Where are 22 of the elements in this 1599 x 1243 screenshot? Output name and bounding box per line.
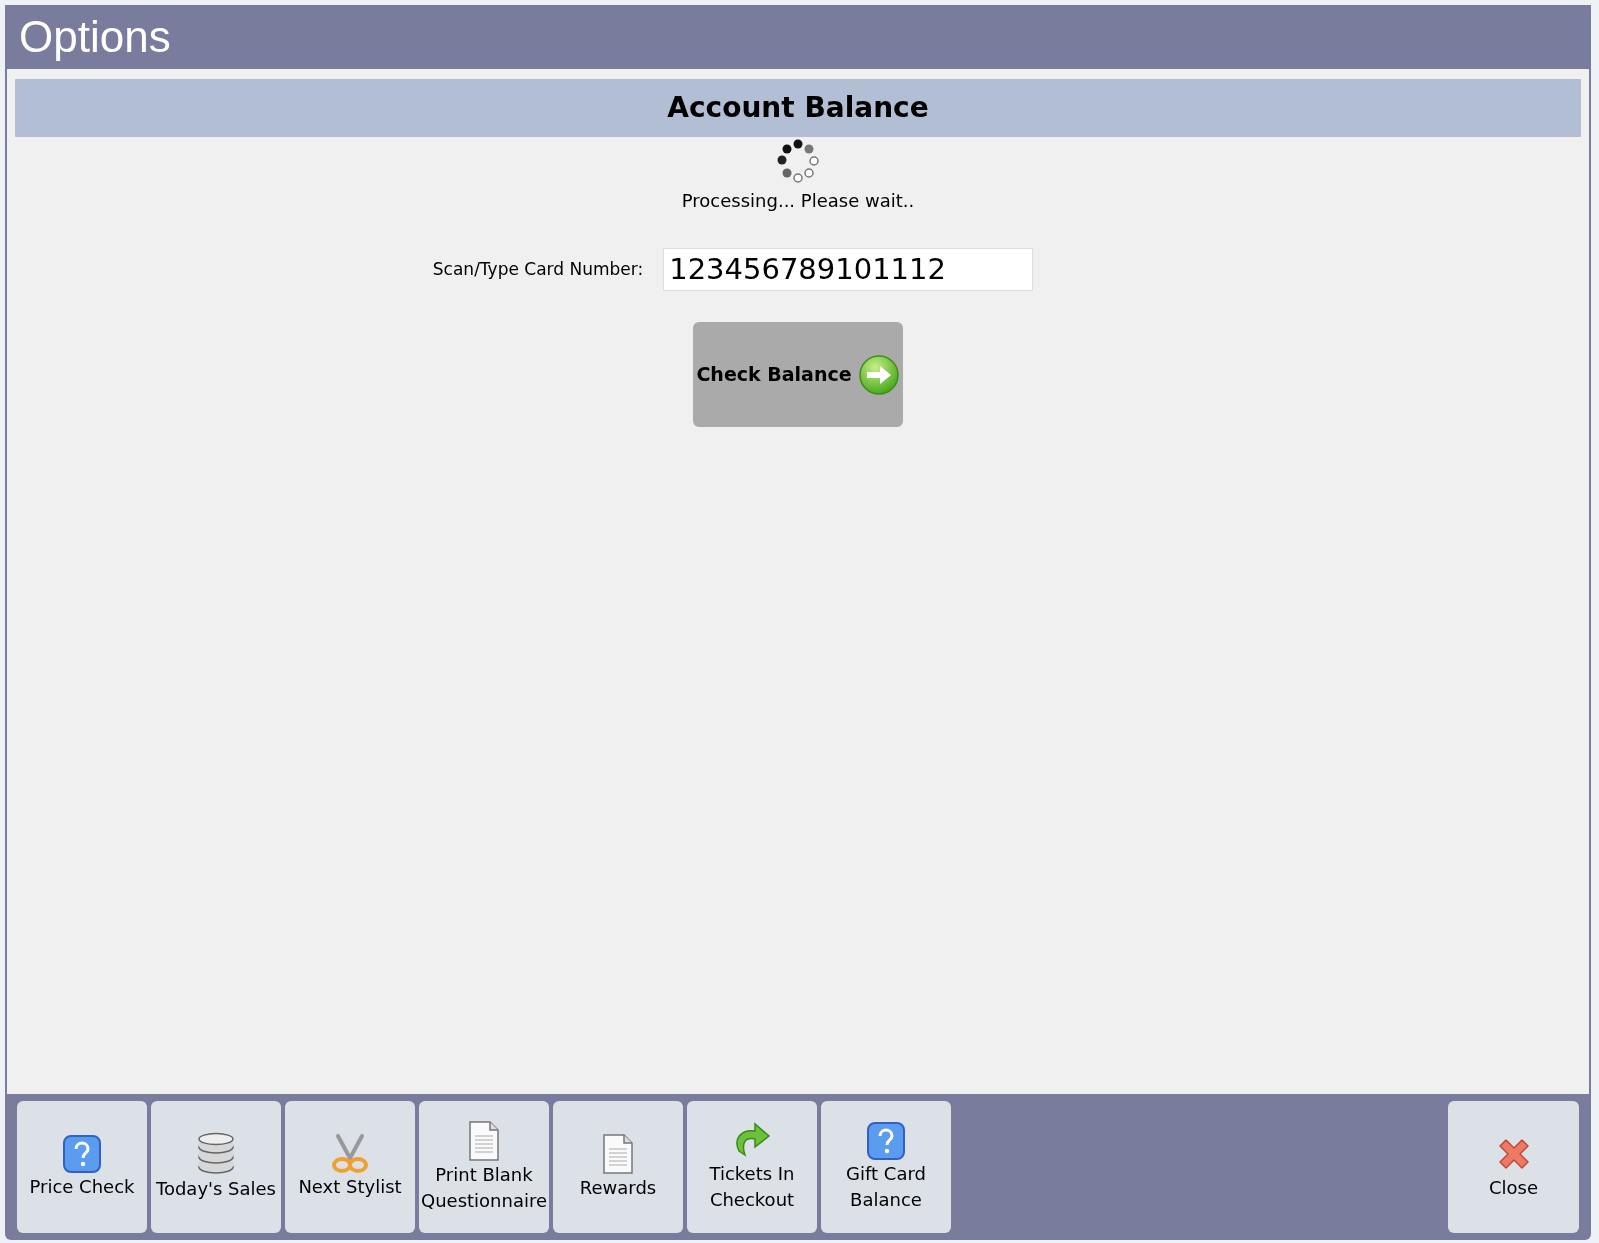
scissors-icon: [330, 1134, 370, 1174]
check-balance-button[interactable]: Check Balance: [693, 322, 903, 427]
toolbar-button[interactable]: Print Blank Questionnaire: [419, 1101, 549, 1233]
toolbar-button[interactable]: Rewards: [553, 1101, 683, 1233]
toolbar-button[interactable]: Price Check: [17, 1101, 147, 1233]
toolbar-button[interactable]: Tickets In Checkout: [687, 1101, 817, 1233]
toolbar-button[interactable]: Gift Card Balance: [821, 1101, 951, 1233]
help-icon: [866, 1121, 906, 1161]
card-number-field[interactable]: 123456789101112: [663, 248, 1034, 291]
status-message: Processing... Please wait..: [681, 189, 915, 213]
toolbar-button[interactable]: Next Stylist: [285, 1101, 415, 1233]
toolbar-button[interactable]: Today's Sales: [151, 1101, 281, 1233]
field-label: Scan/Type Card Number:: [432, 257, 644, 281]
help-icon: [62, 1134, 102, 1174]
arrow-right-icon: [857, 353, 900, 396]
document-icon: [602, 1133, 634, 1175]
close-button[interactable]: Close: [1448, 1101, 1579, 1233]
panel-heading: Account Balance: [667, 90, 929, 126]
window-title: Options: [19, 15, 171, 59]
loading-spinner-icon: [775, 139, 821, 185]
document-icon: [468, 1120, 500, 1162]
database-icon: [196, 1132, 236, 1176]
